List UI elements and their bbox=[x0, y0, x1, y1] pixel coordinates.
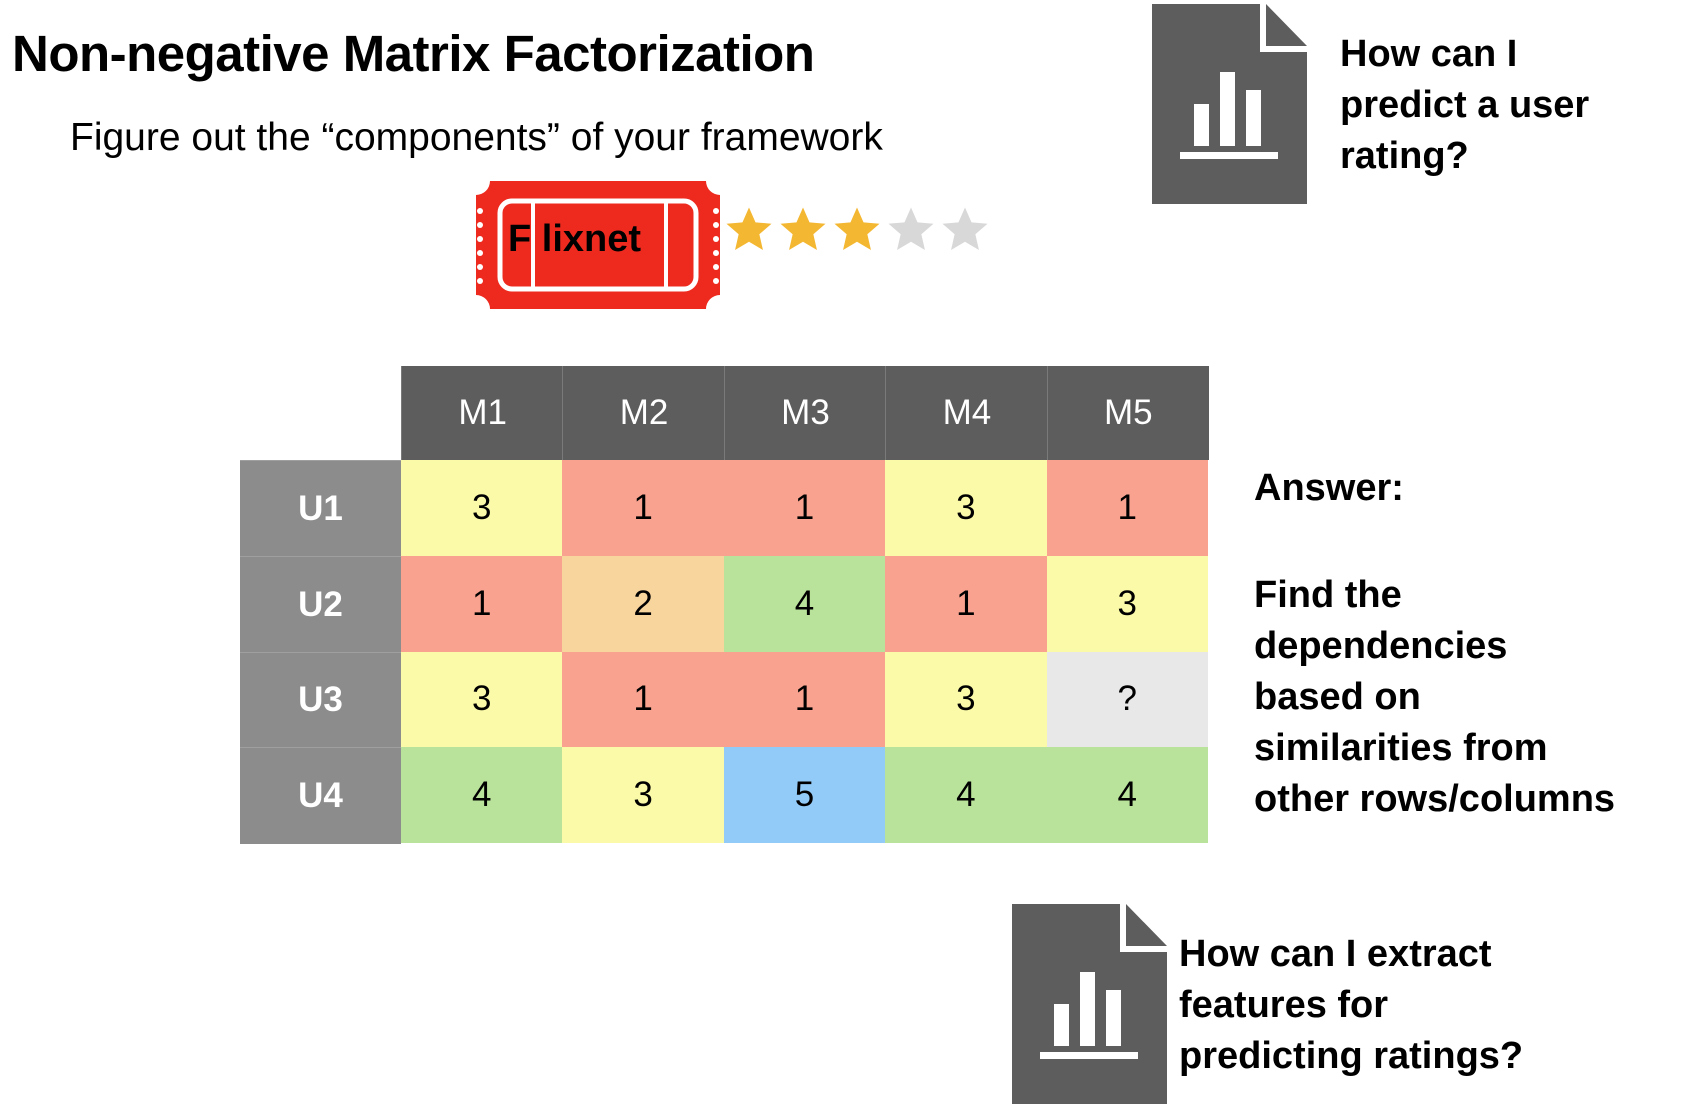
matrix-cell: 1 bbox=[723, 460, 886, 556]
answer-line: other rows/columns bbox=[1254, 778, 1616, 820]
matrix-cell: 3 bbox=[1046, 555, 1208, 652]
matrix-cell: 3 bbox=[401, 460, 563, 556]
question-top: How can I predict a user rating? bbox=[1340, 29, 1589, 182]
matrix-cell: 3 bbox=[885, 460, 1047, 556]
report-document-icon bbox=[1012, 904, 1167, 1104]
answer-label: Answer: bbox=[1254, 467, 1404, 509]
matrix-cell: 3 bbox=[562, 747, 724, 843]
matrix-cell: 1 bbox=[401, 555, 563, 652]
answer-line: dependencies bbox=[1254, 625, 1508, 667]
matrix-cell: 1 bbox=[1046, 460, 1208, 556]
matrix-cell: 5 bbox=[723, 747, 886, 843]
question-line: rating? bbox=[1340, 135, 1469, 177]
row-header: U2 bbox=[240, 555, 401, 653]
column-header: M4 bbox=[885, 366, 1048, 460]
matrix-cell: 4 bbox=[1046, 747, 1208, 843]
matrix-cell: 4 bbox=[885, 747, 1047, 843]
question-line: features for bbox=[1179, 984, 1389, 1026]
rating-matrix: M1 M2 M3 M4 M5 U1 3 1 1 3 1 U2 1 2 4 1 3 U3 3 1 1 3? U4 4 3 5 4 4 bbox=[240, 366, 1209, 844]
row-header: U3 bbox=[240, 651, 401, 749]
question-line: predict a user bbox=[1340, 84, 1590, 126]
star-icon-1 bbox=[726, 207, 772, 251]
question-bottom: How can I extract features for predictin… bbox=[1179, 929, 1523, 1082]
column-header: M2 bbox=[562, 366, 725, 460]
star-icon-4 bbox=[888, 207, 934, 251]
matrix-cell: ? bbox=[1046, 651, 1208, 748]
column-header: M5 bbox=[1046, 366, 1209, 460]
row-header: U1 bbox=[240, 460, 401, 557]
question-line: predicting ratings? bbox=[1179, 1035, 1524, 1077]
column-header: M1 bbox=[401, 366, 564, 460]
logo-text: F lixnet bbox=[508, 218, 642, 260]
matrix-cell: 1 bbox=[562, 651, 724, 748]
report-document-icon bbox=[1152, 4, 1307, 204]
question-line: How can I bbox=[1340, 33, 1518, 75]
matrix-cell: 1 bbox=[723, 651, 886, 748]
answer-line: Find the bbox=[1254, 574, 1402, 616]
star-rating bbox=[722, 203, 992, 257]
star-icon-3 bbox=[834, 207, 880, 251]
matrix-cell: 2 bbox=[562, 555, 724, 652]
matrix-cell: 3 bbox=[885, 651, 1047, 748]
star-icon-2 bbox=[780, 207, 826, 251]
question-line: How can I extract bbox=[1179, 933, 1492, 975]
row-header: U4 bbox=[240, 747, 401, 844]
matrix-cell: 4 bbox=[401, 747, 563, 843]
page-title: Non-negative Matrix Factorization bbox=[12, 25, 815, 82]
answer-line: based on bbox=[1254, 676, 1421, 718]
answer-body: Find the dependencies based on similarit… bbox=[1254, 570, 1615, 825]
subtitle: Figure out the “components” of your fram… bbox=[70, 116, 883, 159]
matrix-cell: 1 bbox=[562, 460, 724, 556]
column-header: M3 bbox=[723, 366, 887, 460]
answer-line: similarities from bbox=[1254, 727, 1548, 769]
matrix-cell: 3 bbox=[401, 651, 563, 748]
star-icon-5 bbox=[942, 207, 988, 251]
matrix-cell: 4 bbox=[723, 555, 886, 652]
matrix-cell: 1 bbox=[885, 555, 1047, 652]
